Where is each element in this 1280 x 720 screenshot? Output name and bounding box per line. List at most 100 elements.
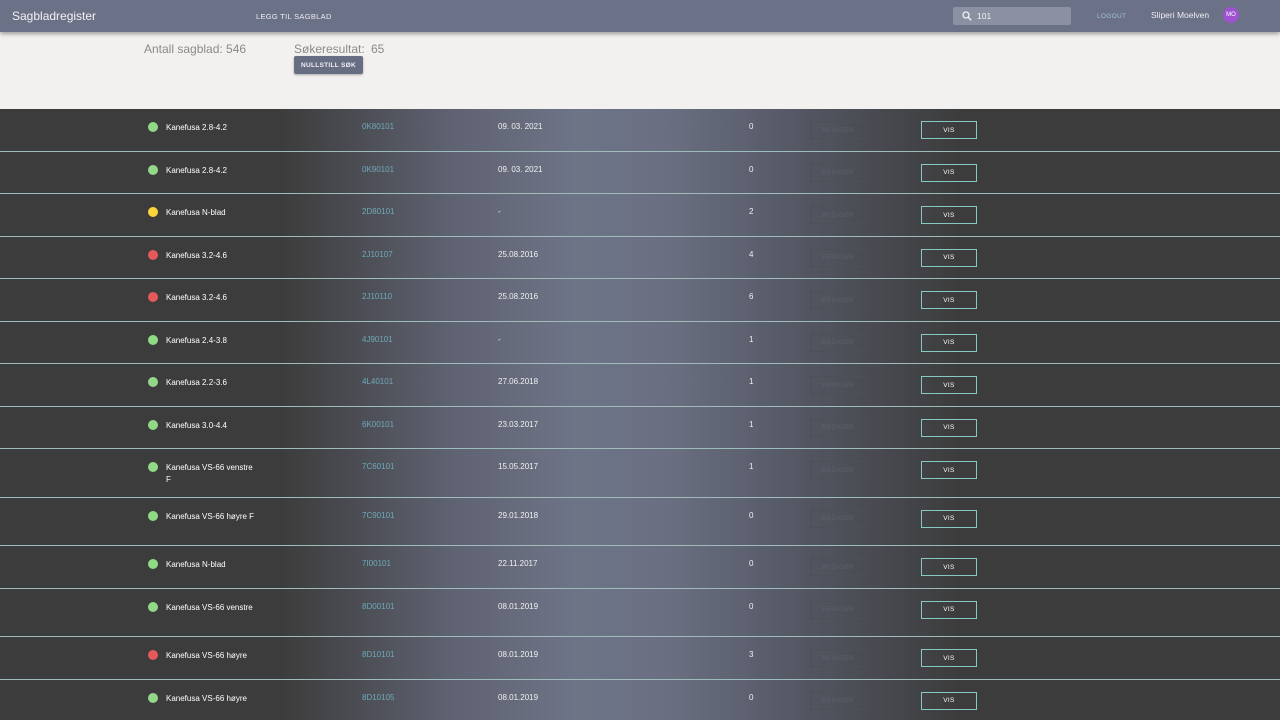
reset-search-button[interactable]: NULLSTILL SØK (294, 56, 363, 74)
table-row: Kanefusa 3.2-4.6 2J10107 25.08.2016 4 REDIGE… (0, 237, 1280, 279)
blade-name: Kanefusa VS-66 venstre (166, 602, 253, 612)
status-indicator (148, 419, 158, 430)
edit-button[interactable]: REDIGER (810, 558, 866, 576)
blade-code[interactable]: 7I00101 (362, 559, 391, 568)
view-button[interactable]: VIS (921, 509, 977, 528)
status-indicator (148, 692, 158, 703)
view-button[interactable]: VIS (921, 333, 977, 352)
search-result-count: 65 (371, 42, 385, 56)
view-button[interactable]: VIS (921, 600, 977, 619)
top-app-bar: Sagbladregister LEGG TIL SAGBLAD LOGOUT … (0, 0, 1280, 32)
blade-code[interactable]: 7C90101 (362, 511, 394, 520)
blade-date: 09. 03. 2021 (498, 122, 543, 131)
blade-date: 08.01.2019 (498, 601, 539, 611)
edit-button[interactable]: REDIGER (810, 163, 866, 182)
blade-name: Kanefusa VS-66 høyre (166, 693, 247, 703)
avatar[interactable]: MO (1223, 7, 1239, 23)
blade-name: Kanefusa 3.0-4.4 (166, 420, 227, 430)
blade-date: 08.01.2019 (498, 650, 539, 659)
blade-code[interactable]: 6K00101 (362, 420, 394, 429)
view-button[interactable]: VIS (921, 376, 977, 394)
logout-link[interactable]: LOGOUT (1097, 13, 1126, 20)
table-row: Kanefusa N-blad 2D80101 - 2 REDIGER VIS (0, 194, 1280, 237)
blade-name: Kanefusa 2.4-3.8 (166, 335, 227, 345)
blade-name: Kanefusa VS-66 høyre (166, 651, 247, 660)
edit-button[interactable]: REDIGER (810, 121, 866, 139)
view-button[interactable]: VIS (921, 691, 977, 710)
blade-code[interactable]: 2J10110 (362, 292, 392, 301)
search-icon (962, 11, 972, 21)
blade-count: 0 (749, 510, 754, 520)
blade-code[interactable]: 8D10101 (362, 650, 394, 659)
blade-date: 09. 03. 2021 (498, 164, 543, 174)
table-row: Kanefusa 2.2-3.6 4L40101 27.06.2018 1 REDIGE… (0, 364, 1280, 407)
view-button[interactable]: VIS (921, 461, 977, 479)
status-indicator (148, 207, 158, 217)
edit-button[interactable]: REDIGER (810, 291, 866, 309)
status-indicator (148, 510, 158, 521)
blade-code[interactable]: 4L40101 (362, 377, 393, 386)
search-box[interactable] (953, 7, 1071, 25)
blade-count: 6 (749, 292, 754, 301)
blade-code[interactable]: 8D00101 (362, 602, 394, 611)
blade-name: Kanefusa N-blad (166, 560, 226, 569)
blade-name: Kanefusa 3.2-4.6 (166, 250, 227, 260)
edit-button[interactable]: REDIGER (810, 333, 866, 352)
status-indicator (148, 559, 158, 569)
blade-count: 0 (749, 559, 754, 568)
user-name: Sliperi Moelven (1151, 10, 1210, 20)
edit-button[interactable]: REDIGER (810, 461, 866, 479)
blade-code[interactable]: 4J90101 (362, 335, 393, 344)
edit-button[interactable]: REDIGER (810, 649, 866, 667)
edit-button[interactable]: REDIGER (810, 509, 866, 528)
view-button[interactable]: VIS (921, 291, 977, 309)
blade-count: 0 (749, 122, 754, 131)
blade-date: 29.01.2018 (498, 510, 539, 520)
status-indicator (148, 249, 158, 260)
blade-count: 1 (749, 419, 754, 429)
status-indicator (148, 462, 158, 472)
blade-date: 25.08.2016 (498, 249, 539, 259)
table-row: Kanefusa 2.4-3.8 4J90101 - 1 REDIGER VIS (0, 322, 1280, 364)
view-button[interactable]: VIS (921, 248, 977, 267)
stats-panel: Antall sagblad: 546 Søkeresultat: 65 NUL… (0, 32, 1280, 109)
add-saw-blade-link[interactable]: LEGG TIL SAGBLAD (256, 12, 332, 21)
view-button[interactable]: VIS (921, 163, 977, 182)
view-button[interactable]: VIS (921, 121, 977, 139)
blade-date: 25.08.2016 (498, 292, 539, 301)
status-indicator (148, 122, 158, 132)
blade-name: Kanefusa N-blad (166, 208, 226, 217)
blade-count: 0 (749, 692, 754, 702)
blade-date: - (498, 334, 501, 344)
blade-code[interactable]: 7C60101 (362, 462, 394, 471)
edit-button[interactable]: REDIGER (810, 600, 866, 619)
blade-code[interactable]: 2J10107 (362, 250, 393, 259)
status-indicator (148, 377, 158, 387)
saw-blade-list: Kanefusa 2.8-4.2 0K80101 09. 03. 2021 0 REDI… (0, 109, 1280, 720)
view-button[interactable]: VIS (921, 558, 977, 576)
view-button[interactable]: VIS (921, 649, 977, 667)
table-row: Kanefusa VS-66 høyre F 7C90101 29.01.2018 0… (0, 498, 1280, 546)
view-button[interactable]: VIS (921, 206, 977, 224)
blade-count: 4 (749, 249, 754, 259)
blade-count: 0 (749, 164, 754, 174)
edit-button[interactable]: REDIGER (810, 691, 866, 710)
status-indicator (148, 334, 158, 345)
blade-code[interactable]: 0K90101 (362, 165, 394, 174)
blade-code[interactable]: 2D80101 (362, 207, 394, 216)
search-input[interactable] (977, 9, 1067, 23)
blade-code[interactable]: 0K80101 (362, 122, 394, 131)
edit-button[interactable]: REDIGER (810, 248, 866, 267)
blade-code[interactable]: 8D10105 (362, 693, 394, 702)
edit-button[interactable]: REDIGER (810, 418, 866, 437)
status-indicator (148, 650, 158, 660)
table-row: Kanefusa 3.0-4.4 6K00101 23.03.2017 1 REDIGE… (0, 407, 1280, 449)
blade-date: 27.06.2018 (498, 377, 539, 386)
blade-name: Kanefusa 2.2-3.6 (166, 378, 227, 387)
edit-button[interactable]: REDIGER (810, 376, 866, 394)
view-button[interactable]: VIS (921, 418, 977, 437)
blade-date: 15.05.2017 (498, 462, 539, 471)
edit-button[interactable]: REDIGER (810, 206, 866, 224)
blade-count: 1 (749, 377, 754, 386)
total-count: Antall sagblad: 546 (144, 42, 247, 56)
